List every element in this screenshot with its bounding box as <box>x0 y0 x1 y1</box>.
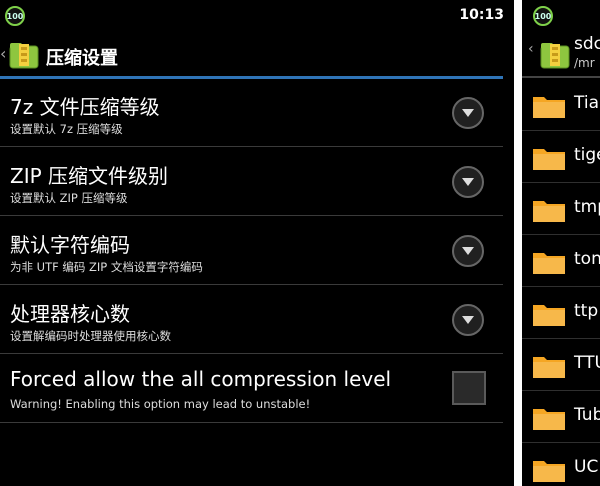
page-title: 压缩设置 <box>46 48 118 69</box>
notification-badge: 100 <box>533 6 553 26</box>
folder-icon <box>533 149 565 170</box>
folder-list-item[interactable]: ttp <box>522 287 600 339</box>
folder-name: tmp <box>574 197 600 217</box>
row-divider <box>0 146 503 147</box>
dropdown-arrow-icon[interactable] <box>452 97 484 129</box>
folder-name: Tub <box>574 405 600 425</box>
folder-icon <box>533 201 565 222</box>
dropdown-arrow-icon[interactable] <box>452 166 484 198</box>
folder-icon <box>533 409 565 430</box>
folder-icon <box>533 97 565 118</box>
row-divider <box>0 353 503 354</box>
app-folder-icon[interactable] <box>9 41 39 69</box>
folder-name: Tia <box>574 93 600 113</box>
setting-subtitle: 设置解编码时处理器使用核心数 <box>10 329 171 343</box>
setting-title: ZIP 压缩文件级别 <box>10 164 169 188</box>
setting-row-cpu-cores[interactable]: 处理器核心数 设置解编码时处理器使用核心数 <box>0 286 503 354</box>
folder-list-item[interactable]: ton <box>522 235 600 287</box>
folder-list-item[interactable]: tmp <box>522 183 600 235</box>
folder-icon <box>533 461 565 482</box>
status-bar: 100 10:13 <box>0 0 514 32</box>
browser-path: /mr <box>574 56 595 70</box>
setting-subtitle: 设置默认 ZIP 压缩等级 <box>10 191 128 205</box>
folder-name: tige <box>574 145 600 165</box>
folder-list-item[interactable]: TTU <box>522 339 600 391</box>
folder-name: UC <box>574 457 599 477</box>
setting-row-force-compression[interactable]: Forced allow the all compression level W… <box>0 355 503 423</box>
folder-name: ttp <box>574 301 599 321</box>
setting-row-zip-level[interactable]: ZIP 压缩文件级别 设置默认 ZIP 压缩等级 <box>0 148 503 216</box>
screen-gap <box>514 0 522 486</box>
force-compression-checkbox[interactable] <box>452 371 486 405</box>
browser-title: sdc <box>574 34 600 54</box>
folder-icon <box>533 305 565 326</box>
folder-name: TTU <box>574 353 600 373</box>
folder-list-item[interactable]: tige <box>522 131 600 183</box>
setting-title: 7z 文件压缩等级 <box>10 95 160 119</box>
folder-name: ton <box>574 249 600 269</box>
dropdown-arrow-icon[interactable] <box>452 304 484 336</box>
setting-subtitle: 为非 UTF 编码 ZIP 文档设置字符编码 <box>10 260 203 274</box>
setting-row-7z-level[interactable]: 7z 文件压缩等级 设置默认 7z 压缩等级 <box>0 79 503 147</box>
setting-title: Forced allow the all compression level <box>10 367 392 391</box>
back-chevron-icon[interactable]: ‹ <box>0 44 6 63</box>
file-browser-screen: 100 ‹ sdc /mr Tia tige tmp ton ttp TTU <box>522 0 600 486</box>
folder-icon <box>533 357 565 378</box>
header-divider <box>522 76 600 78</box>
row-divider <box>0 215 503 216</box>
folder-icon <box>533 253 565 274</box>
setting-row-charset[interactable]: 默认字符编码 为非 UTF 编码 ZIP 文档设置字符编码 <box>0 217 503 285</box>
setting-subtitle: Warning! Enabling this option may lead t… <box>10 397 311 411</box>
app-folder-icon[interactable] <box>540 41 570 69</box>
dropdown-arrow-icon[interactable] <box>452 235 484 267</box>
folder-list-item[interactable]: Tia <box>522 79 600 131</box>
settings-screen: 100 10:13 ‹ 压缩设置 7z 文件压缩等级 设置默认 7z 压缩等级 … <box>0 0 514 486</box>
folder-list-item[interactable]: Tub <box>522 391 600 443</box>
row-divider <box>0 284 503 285</box>
row-divider <box>0 422 503 423</box>
setting-title: 默认字符编码 <box>10 233 130 257</box>
back-chevron-icon[interactable]: ‹ <box>528 41 534 57</box>
status-clock: 10:13 <box>459 7 504 23</box>
folder-list-item[interactable]: UC <box>522 443 600 486</box>
notification-badge: 100 <box>5 6 25 26</box>
setting-subtitle: 设置默认 7z 压缩等级 <box>10 122 123 136</box>
setting-title: 处理器核心数 <box>10 302 130 326</box>
